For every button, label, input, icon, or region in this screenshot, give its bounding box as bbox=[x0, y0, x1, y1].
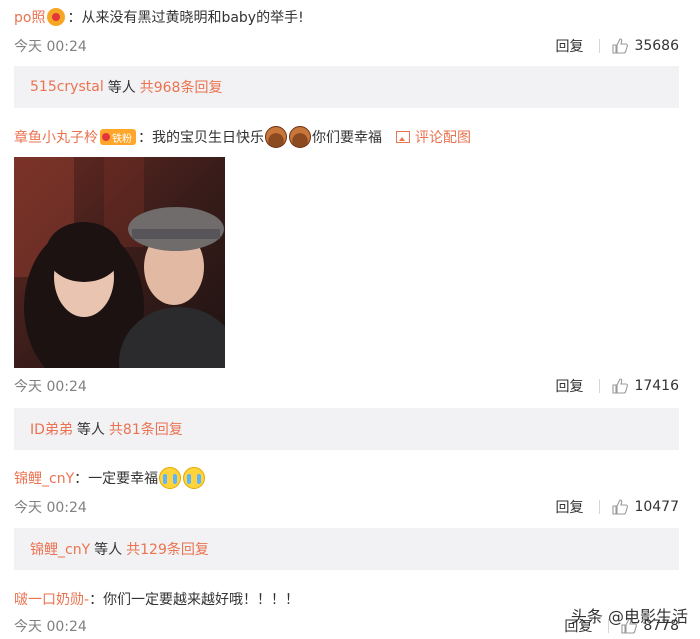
comment-text: 一定要幸福 bbox=[88, 471, 159, 487]
subreply-summary-1[interactable]: 515crystal 等人 共968条回复 bbox=[14, 66, 679, 108]
couple-photo-image bbox=[14, 157, 225, 368]
thumbs-up-icon[interactable] bbox=[612, 499, 629, 515]
subreply-count-link[interactable]: 共129条回复 bbox=[126, 539, 209, 559]
cake-emoji-icon bbox=[265, 126, 287, 148]
comment-3-meta: 今天 00:24 回复 10477 bbox=[14, 497, 686, 517]
comment-2-body: 章鱼小丸子柃 铁粉 ： 我的宝贝生日快乐 你们要幸福 评论配图 bbox=[14, 126, 471, 148]
comment-2-meta: 今天 00:24 回复 17416 bbox=[14, 376, 686, 396]
reply-button[interactable]: 回复 bbox=[555, 376, 583, 396]
subreply-user[interactable]: 锦鲤_cnY bbox=[30, 539, 90, 559]
comment-text: 你们一定要越来越好哦！！！！ bbox=[103, 592, 300, 608]
divider bbox=[599, 500, 601, 514]
subreply-count-link[interactable]: 共81条回复 bbox=[109, 419, 183, 439]
watermark: 头条 @电影生活 bbox=[570, 607, 688, 626]
colon: ： bbox=[67, 10, 82, 26]
fan-badge: 铁粉 bbox=[100, 129, 136, 145]
vip-badge-icon bbox=[47, 8, 66, 26]
divider bbox=[599, 379, 601, 393]
crying-emoji-icon bbox=[183, 467, 206, 489]
comment-username[interactable]: po照 bbox=[14, 7, 45, 27]
comment-username[interactable]: 锦鲤_cnY bbox=[14, 468, 74, 488]
comment-text: 从来没有黑过黄晓明和baby的举手! bbox=[81, 10, 304, 26]
picture-link-label: 评论配图 bbox=[415, 130, 471, 146]
comment-time: 今天 00:24 bbox=[14, 619, 87, 635]
reply-button[interactable]: 回复 bbox=[555, 497, 583, 517]
subreply-mid: 等人 bbox=[94, 542, 123, 558]
cake-emoji-icon bbox=[289, 126, 311, 148]
comment-username[interactable]: 啵一口奶勋- bbox=[14, 589, 89, 609]
comment-username[interactable]: 章鱼小丸子柃 bbox=[14, 127, 98, 147]
comment-time: 今天 00:24 bbox=[14, 500, 87, 516]
comment-time: 今天 00:24 bbox=[14, 39, 87, 55]
subreply-mid: 等人 bbox=[76, 422, 105, 438]
like-count: 17416 bbox=[634, 378, 679, 394]
comment-text: 我的宝贝生日快乐 bbox=[152, 130, 264, 146]
subreply-summary-2[interactable]: ID弟弟 等人 共81条回复 bbox=[14, 408, 679, 450]
divider bbox=[599, 39, 601, 53]
crying-emoji-icon bbox=[159, 467, 182, 489]
reply-button[interactable]: 回复 bbox=[555, 36, 583, 56]
subreply-mid: 等人 bbox=[107, 80, 136, 96]
crown-icon bbox=[102, 133, 110, 141]
colon: ： bbox=[74, 471, 89, 487]
subreply-summary-3[interactable]: 锦鲤_cnY 等人 共129条回复 bbox=[14, 528, 679, 570]
comment-3-body: 锦鲤_cnY ： 一定要幸福 bbox=[14, 467, 206, 489]
subreply-count-link[interactable]: 共968条回复 bbox=[140, 77, 223, 97]
comment-1-body: po照 ： 从来没有黑过黄晓明和baby的举手! bbox=[14, 6, 304, 28]
colon: ： bbox=[89, 592, 104, 608]
picture-icon bbox=[396, 131, 410, 143]
thumbs-up-icon[interactable] bbox=[612, 378, 629, 394]
comment-1-meta: 今天 00:24 回复 35686 bbox=[14, 36, 686, 56]
comment-text-2: 你们要幸福 bbox=[312, 130, 382, 146]
subreply-user[interactable]: 515crystal bbox=[30, 79, 104, 95]
like-count: 35686 bbox=[634, 38, 679, 54]
comment-4-body: 啵一口奶勋- ： 你们一定要越来越好哦！！！！ bbox=[14, 588, 299, 610]
subreply-user[interactable]: ID弟弟 bbox=[30, 419, 73, 439]
fan-badge-label: 铁粉 bbox=[112, 133, 132, 145]
comment-time: 今天 00:24 bbox=[14, 379, 87, 395]
thumbs-up-icon[interactable] bbox=[612, 38, 629, 54]
comment-picture-link[interactable]: 评论配图 bbox=[396, 127, 471, 147]
comment-photo[interactable] bbox=[14, 157, 225, 368]
colon: ： bbox=[138, 130, 152, 146]
like-count: 10477 bbox=[634, 499, 679, 515]
